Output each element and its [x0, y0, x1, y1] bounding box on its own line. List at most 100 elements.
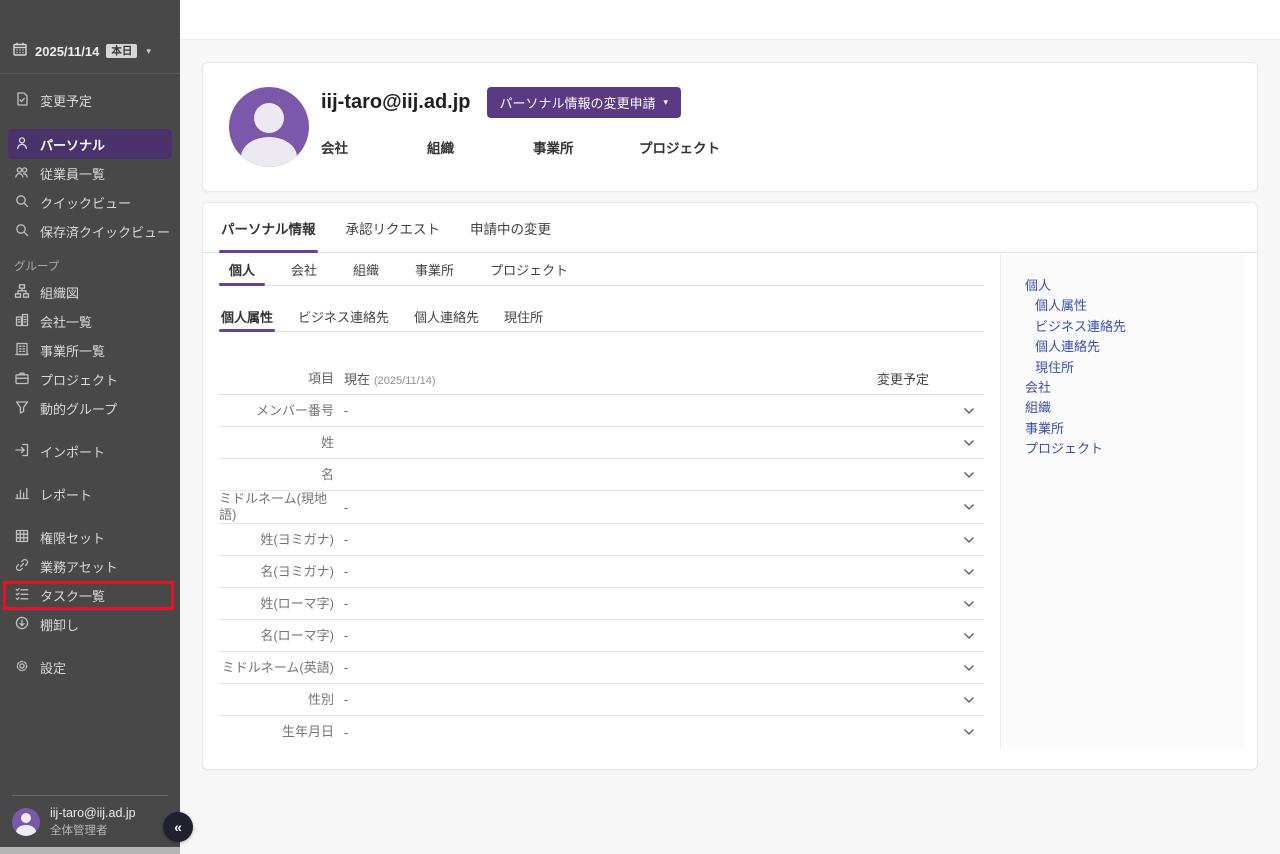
sidebar-item-saved-quick-view[interactable]: 保存済クイックビュー	[0, 217, 180, 246]
sidebar-item-personal[interactable]: パーソナル	[8, 129, 172, 159]
sidebar-item-label: 設定	[40, 658, 66, 677]
row-expand-button[interactable]	[954, 536, 984, 544]
table-row: 名(ヨミガナ) -	[219, 556, 984, 588]
section-toc-panel: 個人 個人属性 ビジネス連絡先 個人連絡先 現住所 会社 組織 事業所 プロジェ…	[1000, 254, 1245, 748]
office-icon	[14, 341, 30, 360]
toc-link-office[interactable]: 事業所	[1025, 419, 1245, 439]
sidebar-item-label: 会社一覧	[40, 312, 92, 331]
table-row: 姓(ローマ字) -	[219, 588, 984, 620]
profile-avatar	[229, 87, 309, 167]
tab-company[interactable]: 会社	[281, 253, 327, 285]
field-label-project: プロジェクト	[639, 137, 745, 157]
sidebar-item-business-assets[interactable]: 業務アセット	[0, 552, 180, 581]
people-icon	[14, 164, 30, 183]
tab-organization[interactable]: 組織	[343, 253, 389, 285]
toc-link-individual[interactable]: 個人	[1025, 276, 1245, 296]
toc-link-organization[interactable]: 組織	[1025, 398, 1245, 418]
profile-email-title: iij-taro@iij.ad.jp	[321, 91, 471, 114]
sidebar-item-label: 事業所一覧	[40, 341, 105, 360]
table-header: 項目 現在(2025/11/14) 変更予定	[219, 363, 984, 395]
table-row: ミドルネーム(現地語) -	[219, 491, 984, 524]
sidebar-item-label: パーソナル	[40, 135, 105, 154]
sidebar-item-inventory[interactable]: 棚卸し	[0, 610, 180, 639]
toc-link-business-contact[interactable]: ビジネス連絡先	[1025, 317, 1245, 337]
row-expand-button[interactable]	[954, 471, 984, 479]
secondary-tab-bar: 個人 会社 組織 事業所 プロジェクト	[219, 253, 984, 286]
sidebar-item-quick-view[interactable]: クイックビュー	[0, 188, 180, 217]
row-expand-button[interactable]	[954, 407, 984, 415]
inventory-download-icon	[14, 615, 30, 634]
personal-info-change-request-button[interactable]: パーソナル情報の変更申請 ▾	[487, 87, 682, 118]
toc-link-project[interactable]: プロジェクト	[1025, 439, 1245, 459]
row-expand-button[interactable]	[954, 728, 984, 736]
user-role: 全体管理者	[50, 822, 136, 838]
tab-pending-changes[interactable]: 申請中の変更	[468, 218, 553, 252]
search-icon	[14, 193, 30, 212]
task-list-icon	[14, 586, 30, 605]
column-header-current-date: (2025/11/14)	[374, 375, 436, 387]
row-expand-button[interactable]	[954, 600, 984, 608]
field-label-company: 会社	[321, 137, 427, 157]
sidebar-item-task-list[interactable]: タスク一覧	[3, 581, 174, 610]
sidebar-item-label: タスク一覧	[40, 586, 105, 605]
funnel-icon	[14, 399, 30, 418]
sidebar-item-permission-sets[interactable]: 権限セット	[0, 523, 180, 552]
tab-personal-contact[interactable]: 個人連絡先	[412, 301, 481, 331]
row-expand-button[interactable]	[954, 439, 984, 447]
sidebar-item-companies[interactable]: 会社一覧	[0, 307, 180, 336]
toc-link-company[interactable]: 会社	[1025, 378, 1245, 398]
sidebar-divider	[0, 73, 180, 74]
tab-project[interactable]: プロジェクト	[480, 253, 578, 285]
sidebar-item-label: 保存済クイックビュー	[40, 222, 170, 241]
org-chart-icon	[14, 283, 30, 302]
sidebar-horizontal-scrollbar[interactable]	[0, 847, 180, 854]
tab-personal-info[interactable]: パーソナル情報	[219, 218, 318, 252]
toc-link-personal-contact[interactable]: 個人連絡先	[1025, 337, 1245, 357]
sidebar-item-label: レポート	[40, 485, 92, 504]
table-row: 性別 -	[219, 684, 984, 716]
user-email: iij-taro@iij.ad.jp	[50, 806, 136, 820]
sidebar-item-change-schedule[interactable]: 変更予定	[0, 86, 180, 115]
table-row: 名	[219, 459, 984, 491]
primary-tab-bar: パーソナル情報 承認リクエスト 申請中の変更	[203, 203, 1257, 253]
tab-business-contact[interactable]: ビジネス連絡先	[296, 301, 391, 331]
import-icon	[14, 442, 30, 461]
content-card: パーソナル情報 承認リクエスト 申請中の変更 個人 会社 組織 事業所 プロジェ…	[202, 202, 1258, 770]
today-badge: 本日	[106, 44, 137, 59]
effective-date-selector[interactable]: 2025/11/14 本日 ▾	[0, 38, 180, 64]
row-expand-button[interactable]	[954, 632, 984, 640]
sidebar-item-dynamic-groups[interactable]: 動的グループ	[0, 394, 180, 423]
sidebar-item-import[interactable]: インポート	[0, 437, 180, 466]
table-row: ミドルネーム(英語) -	[219, 652, 984, 684]
tab-individual[interactable]: 個人	[219, 253, 265, 285]
sidebar-item-settings[interactable]: 設定	[0, 653, 180, 682]
sidebar-item-label: 変更予定	[40, 91, 92, 110]
sidebar-collapse-button[interactable]: «	[163, 812, 193, 842]
table-row: 生年月日 -	[219, 716, 984, 748]
toc-link-current-address[interactable]: 現住所	[1025, 358, 1245, 378]
table-row: 姓(ヨミガナ) -	[219, 524, 984, 556]
tab-approval-requests[interactable]: 承認リクエスト	[344, 218, 443, 252]
row-expand-button[interactable]	[954, 664, 984, 672]
tab-personal-attributes[interactable]: 個人属性	[219, 301, 275, 331]
toc-link-personal-attributes[interactable]: 個人属性	[1025, 296, 1245, 316]
sidebar-item-label: 棚卸し	[40, 615, 79, 634]
sidebar-item-org-chart[interactable]: 組織図	[0, 278, 180, 307]
sidebar-item-label: 動的グループ	[40, 399, 117, 418]
sidebar-item-projects[interactable]: プロジェクト	[0, 365, 180, 394]
sidebar-item-offices[interactable]: 事業所一覧	[0, 336, 180, 365]
tab-current-address[interactable]: 現住所	[502, 301, 545, 331]
link-icon	[14, 557, 30, 576]
table-row: 名(ローマ字) -	[219, 620, 984, 652]
tab-office[interactable]: 事業所	[405, 253, 464, 285]
sidebar-item-label: 業務アセット	[40, 557, 118, 576]
row-expand-button[interactable]	[954, 696, 984, 704]
row-expand-button[interactable]	[954, 503, 984, 511]
sidebar-item-reports[interactable]: レポート	[0, 480, 180, 509]
search-icon	[14, 222, 30, 241]
sidebar-item-employees[interactable]: 従業員一覧	[0, 159, 180, 188]
table-row: メンバー番号 -	[219, 395, 984, 427]
row-expand-button[interactable]	[954, 568, 984, 576]
sidebar-divider	[12, 795, 168, 796]
sidebar-group-label: グループ	[0, 258, 180, 274]
